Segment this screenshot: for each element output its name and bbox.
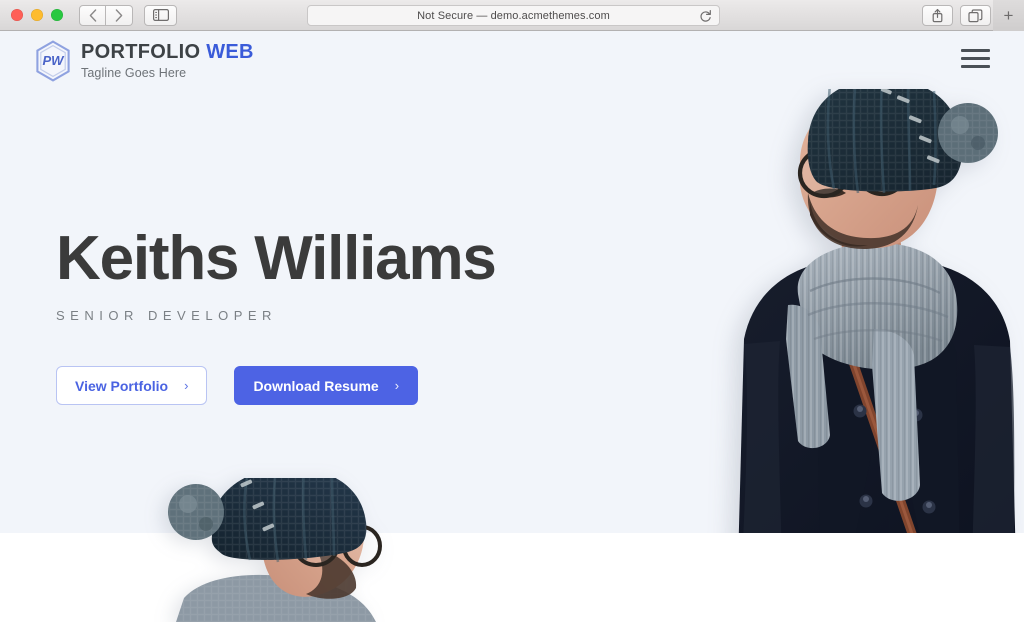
- hero-role: SENIOR DEVELOPER: [56, 308, 277, 323]
- chevron-left-icon: [89, 8, 96, 22]
- site-header: PW PORTFOLIO WEB Tagline Goes Here: [0, 31, 1024, 91]
- reload-button[interactable]: [699, 9, 712, 29]
- chevron-right-icon: ›: [184, 378, 189, 393]
- reload-icon: [700, 10, 711, 22]
- nav-buttons-group: [79, 4, 133, 26]
- download-resume-label: Download Resume: [253, 377, 379, 394]
- hamburger-bar-1: [961, 49, 990, 52]
- logo-title-accent: WEB: [206, 41, 254, 64]
- share-icon: [932, 8, 943, 23]
- chevron-right-icon: [115, 8, 123, 22]
- hero-buttons: View Portfolio › Download Resume ›: [56, 366, 496, 405]
- share-button[interactable]: [922, 5, 953, 26]
- hamburger-bar-3: [961, 65, 990, 68]
- forward-button[interactable]: [106, 4, 133, 26]
- sidebar-icon: [152, 9, 169, 21]
- new-tab-label: +: [1003, 5, 1014, 25]
- back-button[interactable]: [79, 4, 106, 26]
- minimize-window-button[interactable]: [31, 9, 43, 21]
- logo-hexagon-icon: PW: [36, 40, 70, 82]
- logo-monogram: PW: [43, 53, 66, 68]
- traffic-lights: [0, 9, 63, 21]
- site-logo[interactable]: PW PORTFOLIO WEB Tagline Goes Here: [34, 40, 254, 82]
- view-portfolio-label: View Portfolio: [75, 377, 169, 394]
- hero-portrait-primary: [738, 89, 1016, 533]
- new-tab-button[interactable]: +: [993, 0, 1024, 31]
- hero-copy: Keiths Williams SENIOR DEVELOPER View Po…: [56, 224, 497, 405]
- logo-text: PORTFOLIO WEB Tagline Goes Here: [81, 42, 254, 80]
- hero-name: Keiths Williams: [56, 224, 497, 293]
- sidebar-toggle-button[interactable]: [144, 4, 177, 26]
- close-window-button[interactable]: [11, 9, 23, 21]
- hero-section: Keiths Williams SENIOR DEVELOPER View Po…: [0, 31, 1024, 533]
- browser-chrome: Not Secure — demo.acmethemes.com +: [0, 0, 1024, 31]
- address-bar[interactable]: Not Secure — demo.acmethemes.com: [307, 5, 720, 26]
- chevron-right-icon: ›: [394, 378, 400, 393]
- url-text: Not Secure — demo.acmethemes.com: [417, 9, 610, 22]
- download-resume-button[interactable]: Download Resume ›: [234, 366, 419, 405]
- toolbar-right-tools: [922, 5, 991, 26]
- page-content: Keiths Williams SENIOR DEVELOPER View Po…: [0, 31, 1024, 622]
- hero-portrait-secondary: [168, 478, 382, 622]
- view-portfolio-button[interactable]: View Portfolio ›: [56, 366, 208, 405]
- logo-title: PORTFOLIO WEB: [81, 42, 254, 62]
- tabs-overview-button[interactable]: [960, 5, 991, 26]
- logo-title-main: PORTFOLIO: [81, 41, 201, 64]
- maximize-window-button[interactable]: [51, 9, 63, 21]
- tabs-overview-icon: [968, 8, 983, 22]
- hamburger-menu-icon[interactable]: [961, 49, 990, 68]
- hamburger-bar-2: [961, 57, 990, 60]
- logo-tagline: Tagline Goes Here: [81, 66, 187, 81]
